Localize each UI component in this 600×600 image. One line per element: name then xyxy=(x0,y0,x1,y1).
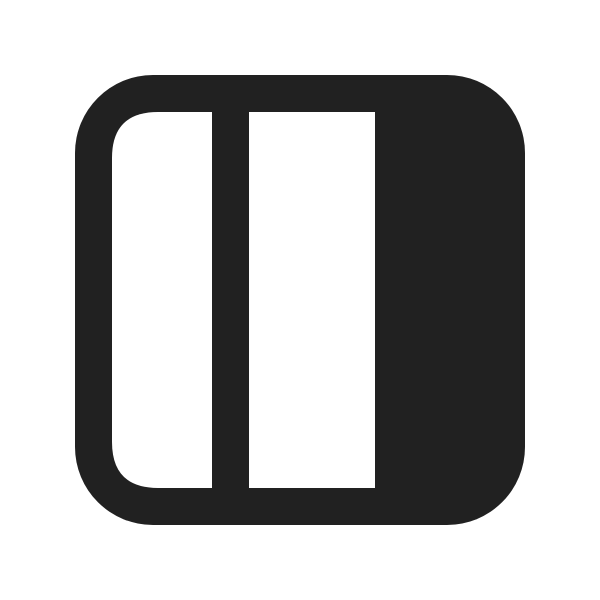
left-panel xyxy=(112,112,212,488)
icon-canvas xyxy=(0,0,600,600)
layout-panels-icon xyxy=(0,0,600,600)
middle-panel xyxy=(249,112,375,488)
layout-panels-svg xyxy=(75,75,525,525)
